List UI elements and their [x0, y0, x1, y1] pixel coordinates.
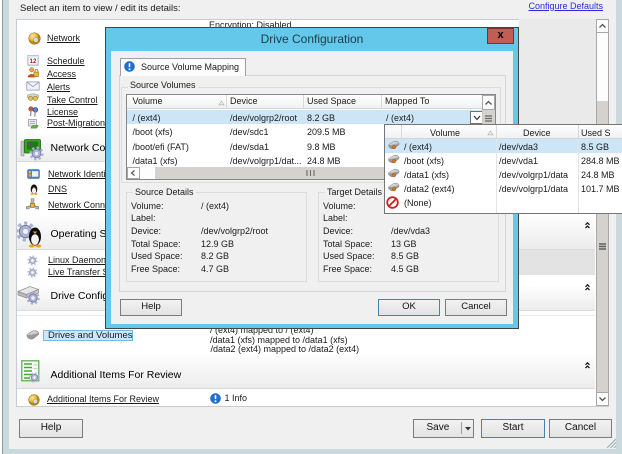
svg-text:12: 12	[30, 59, 37, 65]
